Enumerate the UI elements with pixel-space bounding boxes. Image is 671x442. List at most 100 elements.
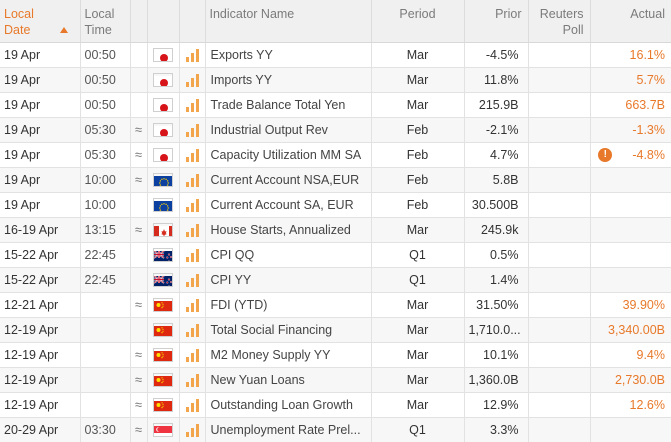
indicator-name-cell[interactable]: Total Social Financing xyxy=(205,317,372,343)
importance-cell xyxy=(179,417,206,442)
warning-icon[interactable]: ! xyxy=(598,148,613,163)
local-date-cell: 19 Apr xyxy=(0,192,81,218)
prior-cell: 11.8% xyxy=(464,67,529,93)
header-row: Local Date Local Time Indicator Name Per… xyxy=(0,0,671,43)
indicator-name-cell[interactable]: Outstanding Loan Growth xyxy=(205,392,372,418)
local-date-cell: 20-29 Apr xyxy=(0,417,81,442)
table-row[interactable]: 19 Apr 00:50 Exports YY Mar -4.5% 16.1% xyxy=(0,42,671,68)
table-row[interactable]: 12-19 Apr ≈ Outstanding Loan Growth Mar 12.9… xyxy=(0,392,671,418)
flag-cell xyxy=(147,192,180,218)
country-flag-icon xyxy=(153,323,173,338)
table-body: 19 Apr 00:50 Exports YY Mar -4.5% 16.1% 19 Apr… xyxy=(0,42,671,442)
indicator-name-cell[interactable]: Current Account NSA,EUR xyxy=(205,167,372,193)
period-cell: Mar xyxy=(371,292,465,318)
table-row[interactable]: 12-21 Apr ≈ FDI (YTD) Mar 31.50% 39.90% xyxy=(0,292,671,318)
indicator-name-cell[interactable]: M2 Money Supply YY xyxy=(205,342,372,368)
table-row[interactable]: 15-22 Apr 22:45 CPI QQ Q1 0.5% xyxy=(0,242,671,268)
table-row[interactable]: 19 Apr 10:00 ≈ Current Account NSA,EUR Feb 5.… xyxy=(0,167,671,193)
table-row[interactable]: 19 Apr 00:50 Imports YY Mar 11.8% 5.7% xyxy=(0,67,671,93)
actual-value: 39.90% xyxy=(622,297,665,312)
local-date-cell: 15-22 Apr xyxy=(0,242,81,268)
importance-bars-icon xyxy=(185,248,199,262)
actual-value: 3,340.00B xyxy=(608,322,665,337)
indicator-name-cell[interactable]: House Starts, Annualized xyxy=(205,217,372,243)
approximate-icon: ≈ xyxy=(130,292,148,318)
indicator-name-cell[interactable]: CPI QQ xyxy=(205,242,372,268)
indicator-name-cell[interactable]: FDI (YTD) xyxy=(205,292,372,318)
actual-cell: 5.7% xyxy=(590,67,671,93)
indicator-name-cell[interactable]: Capacity Utilization MM SA xyxy=(205,142,372,168)
table-row[interactable]: 19 Apr 05:30 ≈ Industrial Output Rev Feb -2.1… xyxy=(0,117,671,143)
flag-cell xyxy=(147,242,180,268)
importance-bars-icon xyxy=(185,323,199,337)
economic-calendar-table: Local Date Local Time Indicator Name Per… xyxy=(0,0,671,442)
header-local-date[interactable]: Local Date xyxy=(0,0,81,43)
approximate-icon: ≈ xyxy=(130,217,148,243)
approximate-icon: ≈ xyxy=(130,392,148,418)
importance-cell xyxy=(179,392,206,418)
header-local-time[interactable]: Local Time xyxy=(80,0,131,43)
table-row[interactable]: 20-29 Apr 03:30 ≈ Unemployment Rate Prel...… xyxy=(0,417,671,442)
local-time-cell: 10:00 xyxy=(80,192,131,218)
table-row[interactable]: 12-19 Apr ≈ M2 Money Supply YY Mar 10.1% 9.4% xyxy=(0,342,671,368)
table-row[interactable]: 12-19 Apr ≈ New Yuan Loans Mar 1,360.0B 2,730… xyxy=(0,367,671,393)
importance-bars-icon xyxy=(185,198,199,212)
reuters-poll-cell xyxy=(528,117,591,143)
actual-cell xyxy=(590,217,671,243)
period-cell: Mar xyxy=(371,392,465,418)
period-cell: Mar xyxy=(371,42,465,68)
importance-cell xyxy=(179,192,206,218)
indicator-name-cell[interactable]: Current Account SA, EUR xyxy=(205,192,372,218)
flag-cell xyxy=(147,317,180,343)
table-row[interactable]: 16-19 Apr 13:15 ≈ House Starts, Annualized M… xyxy=(0,217,671,243)
header-period[interactable]: Period xyxy=(371,0,465,43)
flag-cell xyxy=(147,117,180,143)
importance-bars-icon xyxy=(185,73,199,87)
local-time-cell: 22:45 xyxy=(80,242,131,268)
importance-bars-icon xyxy=(185,373,199,387)
country-flag-icon xyxy=(153,398,173,413)
indicator-name-cell[interactable]: Exports YY xyxy=(205,42,372,68)
prior-cell: 30.500B xyxy=(464,192,529,218)
approximate-icon xyxy=(130,242,148,268)
importance-bars-icon xyxy=(185,348,199,362)
header-prior[interactable]: Prior xyxy=(464,0,529,43)
table-row[interactable]: 19 Apr 05:30 ≈ Capacity Utilization MM SA Fe… xyxy=(0,142,671,168)
actual-cell xyxy=(590,192,671,218)
actual-cell: -1.3% xyxy=(590,117,671,143)
table-row[interactable]: 12-19 Apr Total Social Financing Mar 1,710.… xyxy=(0,317,671,343)
approximate-icon xyxy=(130,92,148,118)
prior-cell: 4.7% xyxy=(464,142,529,168)
header-reuters-poll[interactable]: Reuters Poll xyxy=(528,0,591,43)
header-indicator-name[interactable]: Indicator Name xyxy=(205,0,372,43)
actual-value: 12.6% xyxy=(629,397,665,412)
reuters-poll-cell xyxy=(528,42,591,68)
country-flag-icon xyxy=(153,248,173,263)
importance-cell xyxy=(179,117,206,143)
indicator-name-cell[interactable]: New Yuan Loans xyxy=(205,367,372,393)
indicator-name-cell[interactable]: Imports YY xyxy=(205,67,372,93)
table-row[interactable]: 19 Apr 00:50 Trade Balance Total Yen Mar 215… xyxy=(0,92,671,118)
importance-cell xyxy=(179,142,206,168)
header-approx xyxy=(130,0,148,43)
local-date-cell: 15-22 Apr xyxy=(0,267,81,293)
period-cell: Q1 xyxy=(371,267,465,293)
indicator-name-cell[interactable]: Industrial Output Rev xyxy=(205,117,372,143)
indicator-name-cell[interactable]: Trade Balance Total Yen xyxy=(205,92,372,118)
period-cell: Feb xyxy=(371,142,465,168)
table-row[interactable]: 19 Apr 10:00 Current Account SA, EUR Feb 30.… xyxy=(0,192,671,218)
importance-bars-icon xyxy=(185,223,199,237)
actual-cell: 16.1% xyxy=(590,42,671,68)
header-actual[interactable]: Actual xyxy=(590,0,671,43)
indicator-name-cell[interactable]: CPI YY xyxy=(205,267,372,293)
importance-cell xyxy=(179,42,206,68)
local-time-cell: 10:00 xyxy=(80,167,131,193)
period-cell: Feb xyxy=(371,167,465,193)
period-cell: Q1 xyxy=(371,417,465,442)
period-cell: Feb xyxy=(371,117,465,143)
period-cell: Feb xyxy=(371,192,465,218)
actual-cell: 2,730.0B xyxy=(590,367,671,393)
actual-value: -4.8% xyxy=(632,147,665,162)
table-row[interactable]: 15-22 Apr 22:45 CPI YY Q1 1.4% xyxy=(0,267,671,293)
indicator-name-cell[interactable]: Unemployment Rate Prel... xyxy=(205,417,372,442)
